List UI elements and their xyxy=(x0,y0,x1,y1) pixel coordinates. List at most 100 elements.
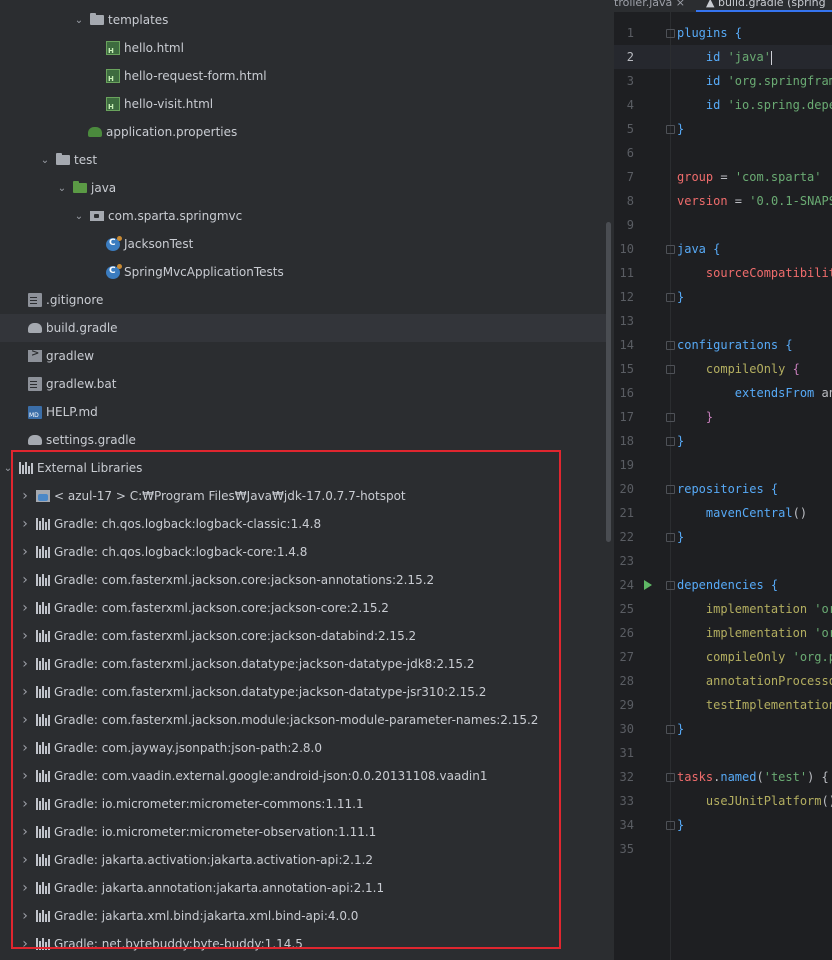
tree-item[interactable]: ⌄ java xyxy=(0,174,606,202)
chevron-right-icon[interactable]: › xyxy=(20,852,30,868)
code-line[interactable]: configurations { xyxy=(677,333,793,357)
chevron-right-icon[interactable]: › xyxy=(20,796,30,812)
code-line[interactable]: } xyxy=(677,117,684,141)
chevron-right-icon[interactable]: › xyxy=(20,824,30,840)
code-line[interactable]: mavenCentral() xyxy=(677,501,807,525)
chevron-right-icon[interactable]: › xyxy=(20,544,30,560)
fold-icon[interactable] xyxy=(666,413,675,422)
code-line[interactable]: } xyxy=(677,405,713,429)
tree-item[interactable]: ⌄ External Libraries xyxy=(0,454,606,482)
code-line[interactable]: sourceCompatibilit xyxy=(677,261,832,285)
fold-icon[interactable] xyxy=(666,821,675,830)
tree-item[interactable]: ⌄ com.sparta.springmvc xyxy=(0,202,606,230)
tree-item[interactable]: › Gradle: jakarta.activation:jakarta.acti… xyxy=(0,846,606,874)
chevron-down-icon[interactable]: ⌄ xyxy=(57,183,67,194)
chevron-right-icon[interactable]: › xyxy=(20,740,30,756)
fold-icon[interactable] xyxy=(666,29,675,38)
tree-item[interactable]: .gitignore xyxy=(0,286,606,314)
chevron-right-icon[interactable]: › xyxy=(20,628,30,644)
tree-item[interactable]: › Gradle: com.fasterxml.jackson.datatype:… xyxy=(0,678,606,706)
chevron-right-icon[interactable]: › xyxy=(20,768,30,784)
tree-item[interactable]: gradlew xyxy=(0,342,606,370)
tree-item[interactable]: hello.html xyxy=(0,34,606,62)
code-line[interactable]: id 'java' xyxy=(677,45,772,69)
tree-item[interactable]: › Gradle: jakarta.xml.bind:jakarta.xml.bi… xyxy=(0,902,606,930)
code-line[interactable]: tasks.named('test') { xyxy=(677,765,832,789)
code-line[interactable]: testImplementation xyxy=(677,693,832,717)
fold-icon[interactable] xyxy=(666,365,675,374)
chevron-right-icon[interactable]: › xyxy=(20,684,30,700)
code-line[interactable]: version = '0.0.1-SNAPS xyxy=(677,189,832,213)
code-line[interactable]: } xyxy=(677,717,684,741)
fold-icon[interactable] xyxy=(666,293,675,302)
tree-item[interactable]: application.properties xyxy=(0,118,606,146)
tree-item[interactable]: › Gradle: ch.qos.logback:logback-core:1.4… xyxy=(0,538,606,566)
code-line[interactable]: implementation 'or xyxy=(677,621,832,645)
fold-icon[interactable] xyxy=(666,485,675,494)
chevron-right-icon[interactable]: › xyxy=(20,880,30,896)
fold-icon[interactable] xyxy=(666,533,675,542)
code-editor[interactable]: troller.java × ▲ build.gradle (spring 1 p… xyxy=(614,0,832,960)
chevron-right-icon[interactable]: › xyxy=(20,572,30,588)
tree-item[interactable]: › Gradle: com.fasterxml.jackson.core:jack… xyxy=(0,622,606,650)
chevron-right-icon[interactable]: › xyxy=(20,908,30,924)
chevron-down-icon[interactable]: ⌄ xyxy=(74,211,84,222)
code-line[interactable]: id 'io.spring.depe xyxy=(677,93,832,117)
fold-icon[interactable] xyxy=(666,245,675,254)
tree-item[interactable]: HELP.md xyxy=(0,398,606,426)
tree-item[interactable]: gradlew.bat xyxy=(0,370,606,398)
code-line[interactable]: annotationProcesso xyxy=(677,669,832,693)
tree-item[interactable]: ⌄ test xyxy=(0,146,606,174)
tree-item[interactable]: › Gradle: jakarta.annotation:jakarta.anno… xyxy=(0,874,606,902)
code-line[interactable]: java { xyxy=(677,237,720,261)
chevron-right-icon[interactable]: › xyxy=(20,936,30,952)
tree-item[interactable]: › Gradle: ch.qos.logback:logback-classic:… xyxy=(0,510,606,538)
tree-item[interactable]: › Gradle: io.micrometer:micrometer-common… xyxy=(0,790,606,818)
code-line[interactable]: repositories { xyxy=(677,477,778,501)
tree-item[interactable]: › Gradle: com.jayway.jsonpath:json-path:2… xyxy=(0,734,606,762)
tree-item[interactable]: ⌄ templates xyxy=(0,6,606,34)
code-line[interactable]: } xyxy=(677,813,684,837)
tree-item[interactable]: › Gradle: com.fasterxml.jackson.datatype:… xyxy=(0,650,606,678)
tree-item[interactable]: SpringMvcApplicationTests xyxy=(0,258,606,286)
fold-icon[interactable] xyxy=(666,341,675,350)
project-scrollbar[interactable] xyxy=(606,222,611,542)
chevron-right-icon[interactable]: › xyxy=(20,656,30,672)
tree-item[interactable]: JacksonTest xyxy=(0,230,606,258)
tree-item[interactable]: › < azul-17 > C:₩Program Files₩Java₩jdk-1… xyxy=(0,482,606,510)
code-line[interactable]: } xyxy=(677,429,684,453)
tree-item[interactable]: hello-visit.html xyxy=(0,90,606,118)
chevron-down-icon[interactable]: ⌄ xyxy=(3,463,13,474)
tree-item[interactable]: › Gradle: com.fasterxml.jackson.module:ja… xyxy=(0,706,606,734)
code-line[interactable]: } xyxy=(677,285,684,309)
tree-item[interactable]: build.gradle xyxy=(0,314,606,342)
code-line[interactable]: plugins { xyxy=(677,21,742,45)
fold-icon[interactable] xyxy=(666,725,675,734)
run-gutter-icon[interactable] xyxy=(644,580,652,590)
chevron-down-icon[interactable]: ⌄ xyxy=(74,15,84,26)
chevron-right-icon[interactable]: › xyxy=(20,600,30,616)
code-line[interactable]: dependencies { xyxy=(677,573,778,597)
fold-icon[interactable] xyxy=(666,437,675,446)
code-line[interactable]: compileOnly 'org.p xyxy=(677,645,832,669)
tree-item[interactable]: › Gradle: net.bytebuddy:byte-buddy:1.14.5 xyxy=(0,930,606,958)
tree-item[interactable]: › Gradle: io.micrometer:micrometer-observ… xyxy=(0,818,606,846)
tab-build-gradle[interactable]: ▲ build.gradle (spring xyxy=(706,0,826,9)
code-line[interactable]: useJUnitPlatform() xyxy=(677,789,832,813)
chevron-right-icon[interactable]: › xyxy=(20,488,30,504)
code-line[interactable]: group = 'com.sparta' xyxy=(677,165,822,189)
tree-item[interactable]: settings.gradle xyxy=(0,426,606,454)
code-line[interactable]: implementation 'or xyxy=(677,597,832,621)
fold-icon[interactable] xyxy=(666,125,675,134)
close-icon[interactable]: × xyxy=(676,0,685,9)
code-line[interactable]: id 'org.springfram xyxy=(677,69,832,93)
chevron-down-icon[interactable]: ⌄ xyxy=(40,155,50,166)
fold-icon[interactable] xyxy=(666,773,675,782)
tree-item[interactable]: › Gradle: com.fasterxml.jackson.core:jack… xyxy=(0,566,606,594)
tree-item[interactable]: › Gradle: com.vaadin.external.google:andr… xyxy=(0,762,606,790)
tree-item[interactable]: › Gradle: com.fasterxml.jackson.core:jack… xyxy=(0,594,606,622)
chevron-right-icon[interactable]: › xyxy=(20,712,30,728)
chevron-right-icon[interactable]: › xyxy=(20,516,30,532)
code-line[interactable]: } xyxy=(677,525,684,549)
tree-item[interactable]: hello-request-form.html xyxy=(0,62,606,90)
